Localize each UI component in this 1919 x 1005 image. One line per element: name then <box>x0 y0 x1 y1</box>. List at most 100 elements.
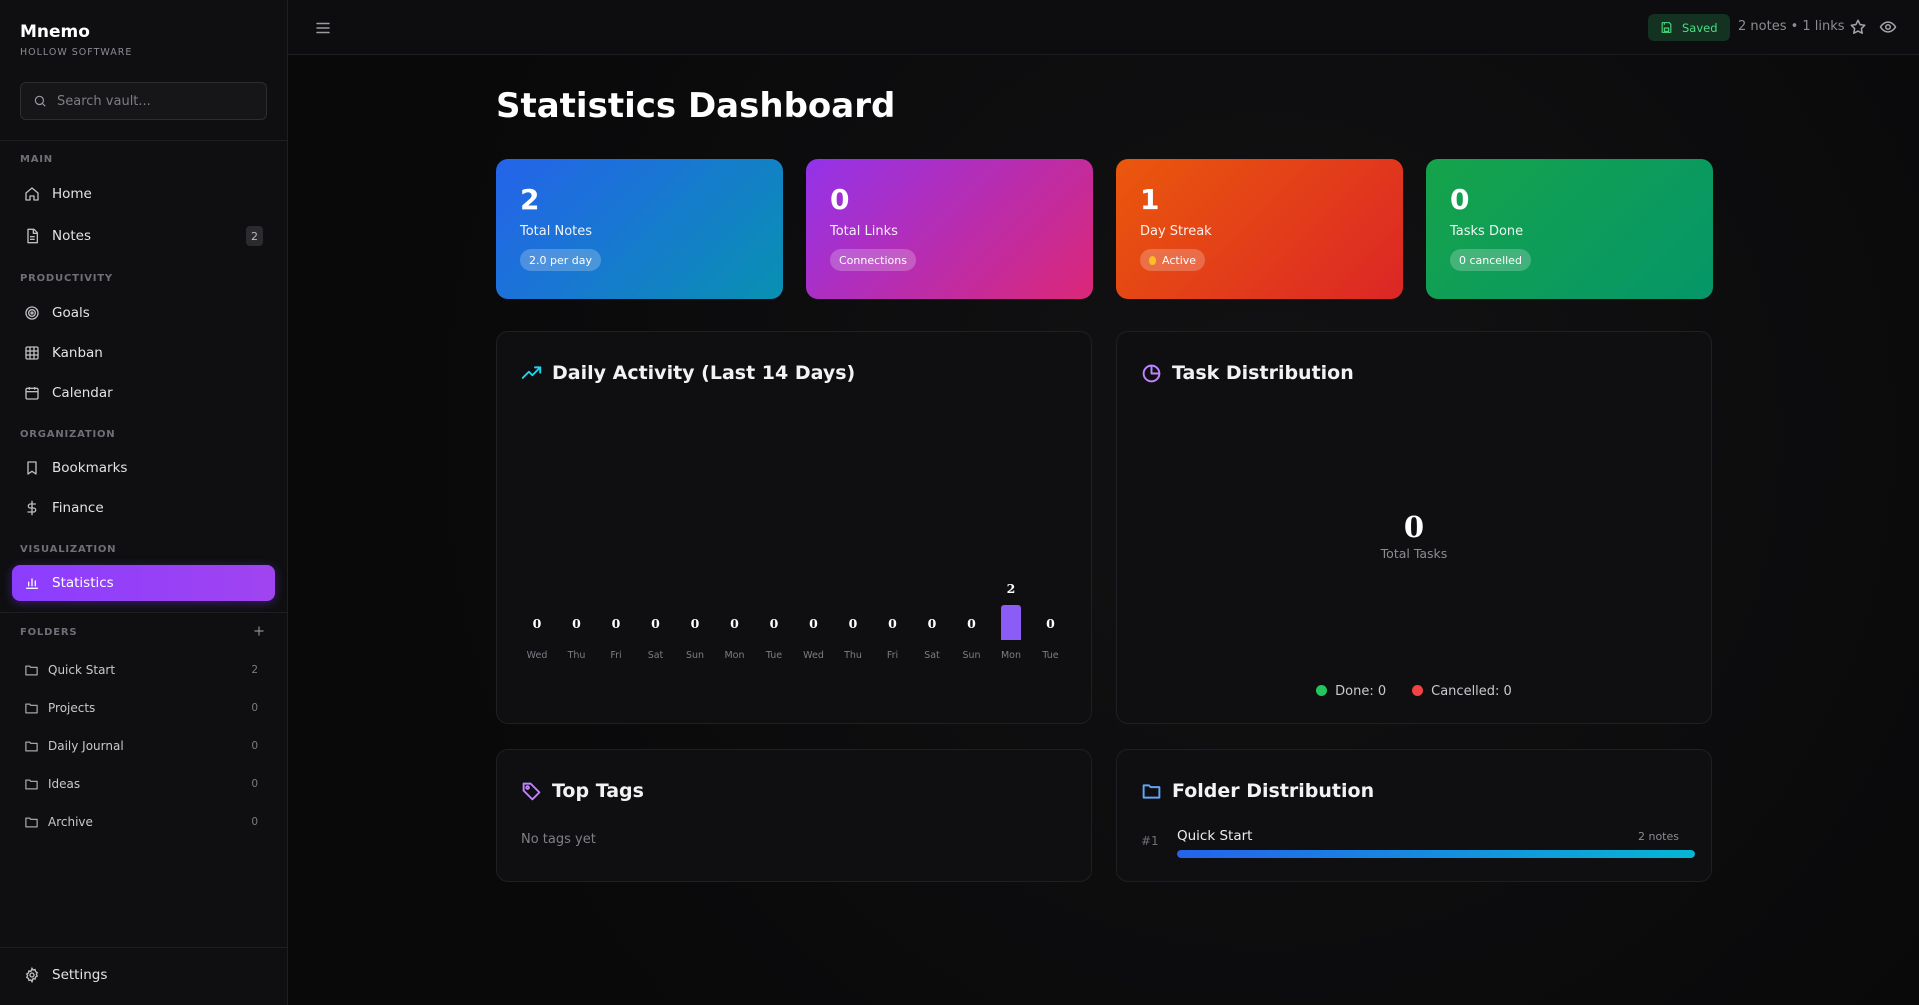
total-links-label: Total Links <box>830 224 898 239</box>
folder-name: Ideas <box>48 777 81 791</box>
folder-name: Daily Journal <box>48 739 124 753</box>
section-label-visualization: VISUALIZATION <box>20 544 117 555</box>
total-tasks-label: Total Tasks <box>1380 546 1448 561</box>
total-links-pill: Connections <box>830 249 916 271</box>
search-input[interactable] <box>57 93 247 109</box>
divider <box>0 947 288 948</box>
bar-day-label: Sun <box>962 650 981 661</box>
folder-item[interactable]: Ideas 0 <box>24 772 264 796</box>
brand: Mnemo HOLLOW SOFTWARE <box>20 22 132 58</box>
sidebar-item-finance[interactable]: Finance <box>12 490 275 526</box>
sidebar-item-bookmarks[interactable]: Bookmarks <box>12 450 275 486</box>
tasks-done-value: 0 <box>1450 183 1470 216</box>
search-box[interactable] <box>20 82 267 120</box>
total-notes-label: Total Notes <box>520 224 593 239</box>
star-icon[interactable] <box>1849 18 1867 36</box>
sidebar-item-home[interactable]: Home <box>12 176 275 212</box>
sidebar-item-calendar[interactable]: Calendar <box>12 375 275 411</box>
folder-icon <box>25 665 38 675</box>
sidebar-item-notes[interactable]: Notes 2 <box>12 218 275 254</box>
total-links-card: 0 Total Links Connections <box>806 159 1093 299</box>
total-notes-card: 2 Total Notes 2.0 per day <box>496 159 783 299</box>
sidebar-item-goals[interactable]: Goals <box>12 295 275 331</box>
divider <box>0 140 288 141</box>
total-notes-pill: 2.0 per day <box>520 249 601 271</box>
folder-item[interactable]: Projects 0 <box>24 696 264 720</box>
donut-center: 0 Total Tasks <box>1117 510 1711 561</box>
folder-count: 0 <box>251 702 258 714</box>
sidebar-item-label: Kanban <box>52 345 103 361</box>
legend-item: Cancelled: 0 <box>1412 684 1512 699</box>
folder-icon <box>25 817 38 827</box>
bar-chart-icon <box>26 578 38 589</box>
sidebar-item-label: Calendar <box>52 385 113 401</box>
topbar: Saved 2 notes • 1 links <box>288 0 1919 55</box>
bar-value-label: 0 <box>809 616 818 631</box>
folder-count: 0 <box>251 740 258 752</box>
folder-progress-fill <box>1177 850 1695 858</box>
bar-value-label: 0 <box>651 616 660 631</box>
notes-count-badge: 2 <box>246 226 263 246</box>
folder-item[interactable]: Archive 0 <box>24 810 264 834</box>
tasks-done-label: Tasks Done <box>1450 224 1524 239</box>
flame-icon <box>1149 255 1156 265</box>
top-tags-title-text: Top Tags <box>552 780 644 802</box>
legend-label: Done: 0 <box>1335 684 1387 699</box>
folder-item[interactable]: Quick Start 2 <box>24 658 264 682</box>
bar <box>1001 605 1021 640</box>
bar-value-label: 0 <box>532 616 542 631</box>
save-icon <box>1661 22 1672 33</box>
bar-value-label: 0 <box>967 616 976 631</box>
folder-count: 0 <box>251 816 258 828</box>
tag-icon <box>522 782 541 800</box>
sidebar-item-kanban[interactable]: Kanban <box>12 335 275 371</box>
task-distribution-title-text: Task Distribution <box>1172 362 1354 384</box>
bar-value-label: 0 <box>769 616 779 631</box>
bar-value-label: 0 <box>848 616 858 631</box>
folder-distribution-panel: Folder Distribution #1 Quick Start 2 not… <box>1116 749 1712 882</box>
folder-progress-track <box>1177 850 1695 858</box>
folder-icon <box>25 741 38 751</box>
search-icon <box>34 95 46 107</box>
day-streak-pill: Active <box>1140 249 1206 271</box>
bookmark-icon <box>27 461 37 475</box>
add-folder-icon[interactable] <box>252 624 266 638</box>
divider <box>0 612 288 613</box>
folder-rank: #1 <box>1141 834 1159 848</box>
folder-dist-name: Quick Start <box>1177 828 1253 844</box>
daily-activity-panel: Daily Activity (Last 14 Days) 0 Wed 0 Thu 0 F… <box>496 331 1092 724</box>
top-tags-panel: Top Tags No tags yet <box>496 749 1092 882</box>
task-legend: Done: 0 Cancelled: 0 <box>1117 684 1711 699</box>
top-tags-title: Top Tags <box>521 780 644 802</box>
sidebar-item-label: Notes <box>52 228 91 244</box>
folder-icon <box>25 703 38 713</box>
sidebar-item-statistics[interactable]: Statistics <box>12 565 275 601</box>
folder-item[interactable]: Daily Journal 0 <box>24 734 264 758</box>
folder-icon <box>25 779 38 789</box>
settings-button[interactable]: Settings <box>24 967 107 983</box>
section-label-productivity: PRODUCTIVITY <box>20 273 113 284</box>
daily-activity-chart: 0 Wed 0 Thu 0 Fri 0 Sat 0 Sun 0 Mon 0 Tue 0 Wed 0 Thu 0 Fri… <box>497 332 1093 725</box>
bar-day-label: Fri <box>886 650 899 661</box>
section-label-main: MAIN <box>20 154 53 165</box>
bar-day-label: Sat <box>647 650 664 661</box>
bar-day-label: Wed <box>803 650 824 661</box>
day-streak-card: 1 Day Streak Active <box>1116 159 1403 299</box>
total-links-value: 0 <box>830 183 850 216</box>
target-icon <box>25 306 39 320</box>
saved-status-badge: Saved <box>1648 14 1730 41</box>
legend-dot <box>1412 685 1424 696</box>
app-subtitle: HOLLOW SOFTWARE <box>20 47 133 58</box>
section-label-organization: ORGANIZATION <box>20 429 116 440</box>
grid-icon <box>25 346 39 360</box>
total-notes-value: 2 <box>520 183 540 216</box>
bar-day-label: Thu <box>567 650 586 661</box>
menu-icon[interactable] <box>314 19 332 37</box>
no-tags-message: No tags yet <box>521 832 596 847</box>
bar-value-label: 0 <box>690 616 700 631</box>
folder-dist-count: 2 notes <box>1637 830 1679 843</box>
bar-day-label: Mon <box>724 650 745 661</box>
total-tasks-value: 0 <box>1403 510 1425 544</box>
eye-icon[interactable] <box>1879 18 1897 36</box>
gear-icon <box>25 967 39 983</box>
